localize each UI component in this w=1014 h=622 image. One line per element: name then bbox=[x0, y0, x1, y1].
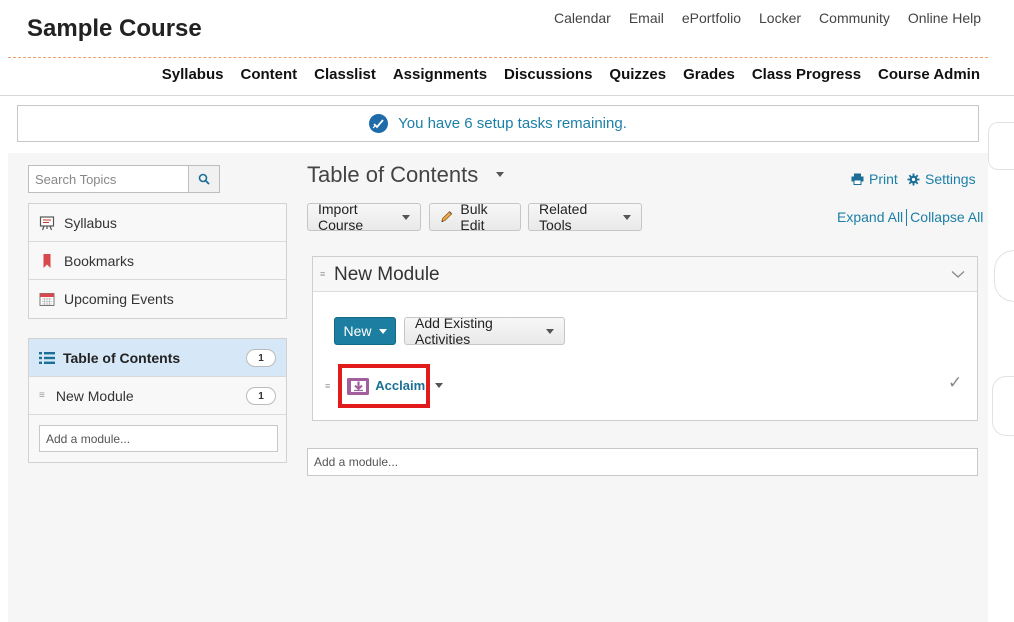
print-link[interactable]: Print bbox=[851, 171, 898, 187]
toc-panel: Table of Contents 1 ≡ New Module 1 bbox=[28, 338, 287, 463]
new-activity-button[interactable]: New bbox=[334, 317, 396, 345]
search-button[interactable] bbox=[188, 165, 220, 193]
nav-divider bbox=[0, 95, 1014, 96]
activity-item: ≡ Acclaim bbox=[325, 363, 444, 408]
toc-count-badge: 1 bbox=[246, 349, 276, 367]
nav-course-admin[interactable]: Course Admin bbox=[878, 66, 980, 83]
nav-discussions[interactable]: Discussions bbox=[504, 66, 592, 83]
collapse-chevron-icon[interactable] bbox=[951, 266, 965, 284]
drag-handle-icon[interactable]: ≡ bbox=[39, 390, 46, 401]
setup-tasks-text: You have 6 setup tasks remaining. bbox=[398, 115, 627, 132]
add-module-input[interactable] bbox=[307, 448, 978, 476]
nav-quizzes[interactable]: Quizzes bbox=[609, 66, 666, 83]
print-label: Print bbox=[869, 171, 898, 187]
title-menu-caret-icon[interactable] bbox=[496, 172, 504, 177]
course-title[interactable]: Sample Course bbox=[27, 15, 202, 43]
nav-class-progress[interactable]: Class Progress bbox=[752, 66, 861, 83]
nav-classlist[interactable]: Classlist bbox=[314, 66, 376, 83]
top-link-calendar[interactable]: Calendar bbox=[554, 10, 611, 26]
activity-link[interactable]: Acclaim bbox=[375, 378, 425, 393]
lti-link-icon bbox=[347, 377, 370, 395]
settings-link[interactable]: Settings bbox=[907, 171, 976, 187]
drag-handle-icon[interactable]: ≡ bbox=[320, 269, 325, 279]
new-button-label: New bbox=[343, 323, 372, 339]
add-module-input-sidebar[interactable] bbox=[39, 425, 278, 452]
sidebar-item-syllabus[interactable]: Syllabus bbox=[29, 204, 286, 242]
top-link-online-help[interactable]: Online Help bbox=[908, 10, 981, 26]
edge-decoration bbox=[992, 376, 1014, 436]
calendar-icon bbox=[39, 291, 55, 307]
list-icon bbox=[39, 350, 55, 366]
bulk-edit-button[interactable]: Bulk Edit bbox=[429, 201, 521, 233]
search-icon bbox=[198, 173, 210, 185]
chevron-down-icon bbox=[402, 214, 410, 220]
top-link-eportfolio[interactable]: ePortfolio bbox=[682, 10, 741, 26]
nav-content[interactable]: Content bbox=[240, 66, 297, 83]
toc-label: Table of Contents bbox=[63, 349, 181, 366]
chevron-down-icon bbox=[623, 214, 631, 220]
expand-collapse-links: Expand All Collapse All bbox=[837, 209, 983, 226]
gear-icon bbox=[907, 173, 920, 185]
pencil-icon bbox=[441, 211, 453, 223]
setup-check-icon bbox=[369, 114, 389, 133]
import-course-button[interactable]: Import Course bbox=[307, 201, 421, 233]
activity-menu-caret-icon[interactable] bbox=[435, 383, 444, 388]
page-title: Table of Contents bbox=[307, 162, 479, 187]
expand-all-link[interactable]: Expand All bbox=[837, 209, 903, 226]
printer-icon bbox=[851, 173, 864, 185]
nav-syllabus[interactable]: Syllabus bbox=[162, 66, 224, 83]
add-existing-label: Add Existing Activities bbox=[415, 315, 493, 347]
completion-check-icon[interactable]: ✓ bbox=[948, 373, 962, 393]
add-module-wrapper bbox=[29, 415, 286, 462]
import-course-label: Import Course bbox=[318, 201, 364, 233]
sidebar-item-bookmarks[interactable]: Bookmarks bbox=[29, 242, 286, 280]
chevron-down-icon bbox=[378, 328, 387, 334]
module-count-badge: 1 bbox=[246, 387, 276, 405]
top-links: Calendar Email ePortfolio Locker Communi… bbox=[554, 10, 981, 26]
chevron-down-icon bbox=[546, 328, 554, 334]
add-existing-activities-button[interactable]: Add Existing Activities bbox=[404, 315, 565, 347]
setup-tasks-banner[interactable]: You have 6 setup tasks remaining. bbox=[17, 105, 979, 142]
syllabus-board-icon bbox=[39, 215, 55, 231]
bulk-edit-label: Bulk Edit bbox=[460, 201, 488, 233]
nav-grades[interactable]: Grades bbox=[683, 66, 735, 83]
content-tools-list: Syllabus Bookmarks Upcoming Events bbox=[28, 203, 287, 319]
module-label: New Module bbox=[55, 387, 134, 404]
header-divider bbox=[8, 57, 988, 58]
related-tools-button[interactable]: Related Tools bbox=[528, 201, 642, 233]
nav-assignments[interactable]: Assignments bbox=[393, 66, 487, 83]
sidebar-item-label: Bookmarks bbox=[64, 252, 135, 269]
module-title[interactable]: New Module bbox=[334, 264, 440, 286]
bookmark-icon bbox=[39, 253, 55, 269]
search-topics-input[interactable] bbox=[28, 165, 188, 193]
drag-handle-icon[interactable]: ≡ bbox=[325, 381, 330, 391]
course-header: Sample Course Calendar Email ePortfolio … bbox=[0, 0, 1014, 96]
module-header[interactable]: ≡ New Module bbox=[313, 257, 977, 292]
sidebar-item-label: Syllabus bbox=[64, 214, 117, 231]
main-nav: Syllabus Content Classlist Assignments D… bbox=[162, 66, 980, 83]
top-link-community[interactable]: Community bbox=[819, 10, 890, 26]
top-link-locker[interactable]: Locker bbox=[759, 10, 801, 26]
related-tools-label: Related Tools bbox=[539, 201, 588, 233]
sidebar-item-table-of-contents[interactable]: Table of Contents 1 bbox=[29, 339, 286, 377]
top-link-email[interactable]: Email bbox=[629, 10, 664, 26]
sidebar-item-upcoming-events[interactable]: Upcoming Events bbox=[29, 280, 286, 318]
search-topics bbox=[28, 165, 220, 193]
link-separator bbox=[906, 209, 908, 226]
sidebar-item-label: Upcoming Events bbox=[64, 291, 174, 307]
collapse-all-link[interactable]: Collapse All bbox=[910, 209, 983, 226]
sidebar-item-new-module[interactable]: ≡ New Module 1 bbox=[29, 377, 286, 415]
settings-label: Settings bbox=[925, 171, 976, 187]
activity-highlight-box[interactable]: Acclaim bbox=[338, 363, 431, 408]
edge-decoration bbox=[988, 122, 1014, 170]
edge-decoration bbox=[994, 250, 1014, 302]
